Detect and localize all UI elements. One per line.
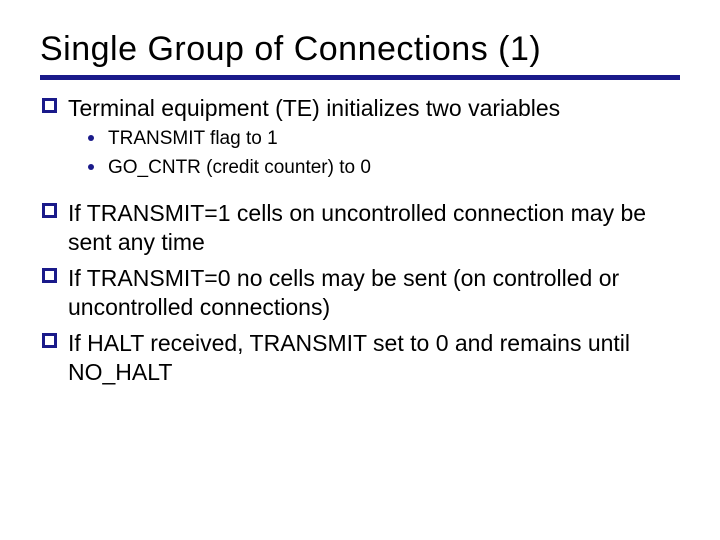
square-bullet-icon	[42, 268, 57, 283]
square-bullet-icon	[42, 98, 57, 113]
list-item-text: If TRANSMIT=0 no cells may be sent (on c…	[68, 265, 619, 320]
list-item: If HALT received, TRANSMIT set to 0 and …	[40, 329, 680, 388]
list-item: If TRANSMIT=0 no cells may be sent (on c…	[40, 264, 680, 323]
slide-content: Terminal equipment (TE) initializes two …	[40, 94, 680, 387]
slide-title: Single Group of Connections (1)	[40, 30, 680, 80]
list-item-text: Terminal equipment (TE) initializes two …	[68, 95, 560, 121]
square-bullet-icon	[42, 333, 57, 348]
list-item: Terminal equipment (TE) initializes two …	[40, 94, 680, 123]
list-item-text: If TRANSMIT=1 cells on uncontrolled conn…	[68, 200, 646, 255]
list-item: GO_CNTR (credit counter) to 0	[40, 156, 680, 181]
dot-bullet-icon	[88, 164, 94, 170]
list-item: TRANSMIT flag to 1	[40, 127, 680, 152]
list-item-text: TRANSMIT flag to 1	[108, 128, 278, 149]
spacer	[40, 183, 680, 193]
dot-bullet-icon	[88, 135, 94, 141]
list-item-text: If HALT received, TRANSMIT set to 0 and …	[68, 330, 630, 385]
square-bullet-icon	[42, 203, 57, 218]
list-item: If TRANSMIT=1 cells on uncontrolled conn…	[40, 199, 680, 258]
slide: Single Group of Connections (1) Terminal…	[0, 0, 720, 411]
list-item-text: GO_CNTR (credit counter) to 0	[108, 157, 371, 178]
